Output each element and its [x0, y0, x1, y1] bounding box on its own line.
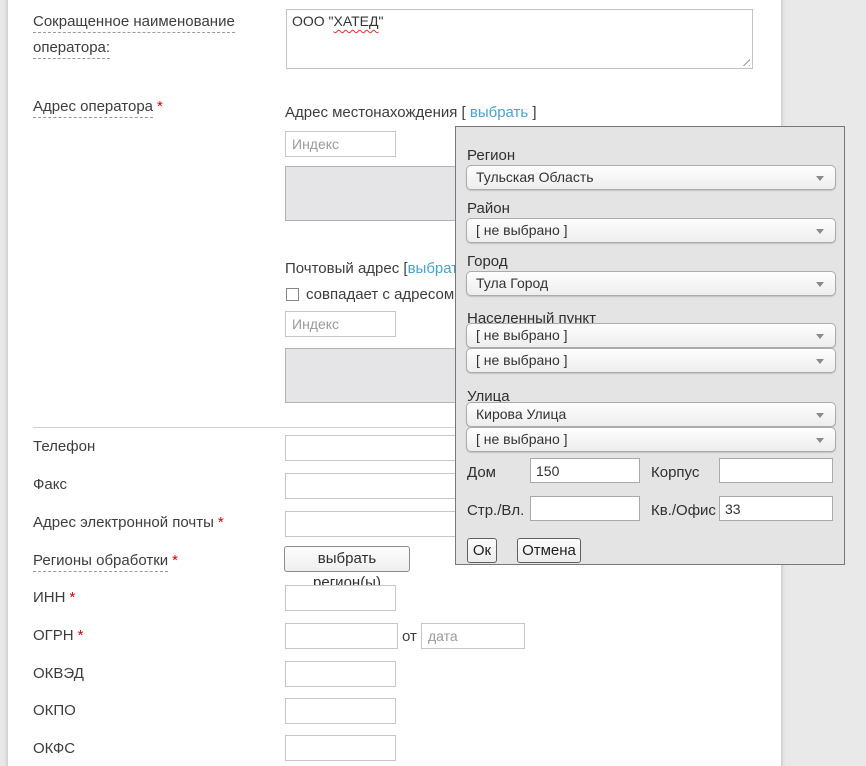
chevron-down-icon [816, 438, 824, 443]
chevron-down-icon [816, 359, 824, 364]
chevron-down-icon [816, 176, 824, 181]
settlement-select-1[interactable]: [ не выбрано ] [466, 323, 836, 348]
street-select-2[interactable]: [ не выбрано ] [466, 427, 836, 452]
ogrn-input[interactable] [285, 623, 398, 649]
misspelled-word: ХАТЕД [334, 13, 379, 29]
street-select-1[interactable]: Кирова Улица [466, 402, 836, 427]
short-name-textarea[interactable]: ООО "ХАТЕД" [286, 9, 753, 69]
same-address-checkbox[interactable] [286, 288, 299, 301]
phone-label: Телефон [33, 437, 95, 457]
region-select[interactable]: Тульская Область [466, 165, 836, 190]
location-index-input[interactable] [285, 131, 396, 157]
location-address-line: Адрес местонахождения [ выбрать ] [285, 103, 537, 123]
required-marker: * [157, 98, 163, 115]
okpo-label: ОКПО [33, 701, 76, 721]
okfs-input[interactable] [285, 735, 396, 761]
ogrn-label: ОГРН* [33, 626, 83, 646]
ok-button[interactable]: Ок [467, 538, 497, 563]
district-select[interactable]: [ не выбрано ] [466, 218, 836, 243]
chevron-down-icon [816, 413, 824, 418]
okved-input[interactable] [285, 661, 396, 687]
apartment-input[interactable] [719, 496, 833, 521]
address-select-popup: Регион Тульская Область Район [ не выбра… [455, 126, 845, 565]
cancel-button[interactable]: Отмена [517, 538, 581, 563]
chevron-down-icon [816, 229, 824, 234]
inn-label: ИНН* [33, 588, 75, 608]
structure-label: Стр./Вл. [467, 502, 524, 519]
regions-label: Регионы обработки* [33, 551, 178, 571]
apartment-label: Кв./Офис [651, 502, 716, 519]
required-marker: * [69, 589, 75, 606]
structure-input[interactable] [530, 496, 640, 521]
postal-index-input[interactable] [285, 311, 396, 337]
fax-label: Факс [33, 475, 67, 495]
required-marker: * [78, 627, 84, 644]
region-label: Регион [467, 147, 515, 164]
chevron-down-icon [816, 334, 824, 339]
select-regions-button[interactable]: выбрать регион(ы) [284, 546, 410, 572]
ogrn-date-input[interactable] [421, 623, 525, 649]
building-input[interactable] [719, 458, 833, 483]
city-select[interactable]: Тула Город [466, 271, 836, 296]
city-label: Город [467, 253, 508, 270]
house-input[interactable] [530, 458, 640, 483]
required-marker: * [218, 514, 224, 531]
ogrn-from-label: от [402, 627, 417, 647]
short-name-value: ООО " [292, 13, 334, 29]
okpo-input[interactable] [285, 698, 396, 724]
resize-grip-icon[interactable] [740, 56, 750, 66]
okved-label: ОКВЭД [33, 664, 84, 684]
postal-address-line: Почтовый адрес [выбрать ] [285, 259, 474, 279]
district-label: Район [467, 200, 510, 217]
operator-address-label: Адрес оператора* [33, 97, 163, 117]
email-label: Адрес электронной почты* [33, 513, 224, 533]
building-label: Корпус [651, 464, 699, 481]
okfs-label: ОКФС [33, 739, 75, 759]
inn-input[interactable] [285, 585, 396, 611]
required-marker: * [172, 552, 178, 569]
select-location-link[interactable]: выбрать [470, 104, 528, 121]
short-name-label: Сокращенное наименование оператора: [33, 9, 273, 61]
house-label: Дом [467, 464, 496, 481]
chevron-down-icon [816, 282, 824, 287]
settlement-select-2[interactable]: [ не выбрано ] [466, 348, 836, 373]
operator-registration-form: Сокращенное наименование оператора: ООО … [0, 0, 866, 766]
